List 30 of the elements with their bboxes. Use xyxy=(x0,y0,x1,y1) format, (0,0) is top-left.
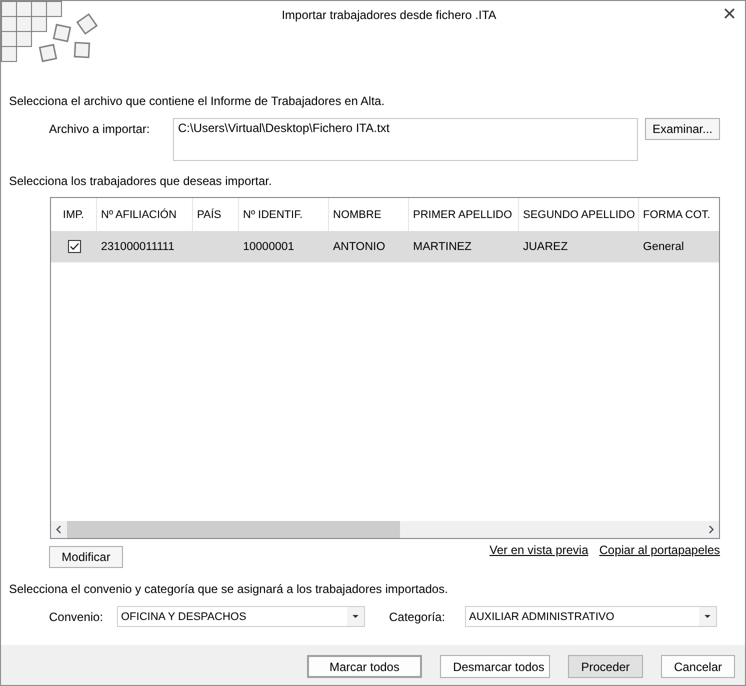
instruction-text: Selecciona el archivo que contiene el Informe de Trabajadores en Alta. xyxy=(9,94,385,108)
dialog-button[interactable]: Marcar todos xyxy=(306,655,422,678)
text-link[interactable]: Copiar al portapapeles xyxy=(599,543,720,557)
table-cell: 231000011111 xyxy=(101,240,174,252)
file-path-field[interactable]: C:\Users\Virtual\Desktop\Fichero ITA.txt xyxy=(173,118,638,161)
field-label: Archivo a importar: xyxy=(49,121,151,136)
table-cell: General xyxy=(643,240,684,252)
dialog-button[interactable]: Cancelar xyxy=(660,655,735,678)
close-icon[interactable] xyxy=(724,8,735,19)
instruction-text: Selecciona los trabajadores que deseas importar. xyxy=(9,174,272,188)
horizontal-scrollbar[interactable] xyxy=(51,521,719,538)
window-title: Importar trabajadores desde fichero .ITA xyxy=(280,7,496,23)
table-cell: ANTONIO xyxy=(333,240,386,252)
table-cell: 10000001 xyxy=(243,240,294,252)
column-header[interactable]: FORMA COT. xyxy=(639,198,719,231)
instruction-text: Selecciona el convenio y categoría que se asignará a los trabajadores importados. xyxy=(9,582,448,596)
dialog-button[interactable]: Proceder xyxy=(568,655,643,678)
field-label: Convenio: xyxy=(49,610,104,624)
table-row[interactable]: 231000011111 10000001 ANTONIO MARTINEZ JUAREZ General xyxy=(51,231,719,263)
scrollbar-thumb[interactable] xyxy=(67,521,400,538)
browse-button[interactable]: Examinar... xyxy=(645,118,720,140)
field-label: Categoría: xyxy=(389,610,446,624)
table-cell: MARTINEZ xyxy=(413,240,472,252)
text-link[interactable]: Ver en vista previa xyxy=(490,543,588,557)
table-cell: JUAREZ xyxy=(523,240,568,252)
dropdown-field[interactable]: AUXILIAR ADMINISTRATIVO xyxy=(465,606,717,627)
dialog-button[interactable]: Desmarcar todos xyxy=(440,655,550,678)
checkbox[interactable] xyxy=(68,240,80,253)
dropdown-field[interactable]: OFICINA Y DESPACHOS xyxy=(117,606,365,627)
modify-button[interactable]: Modificar xyxy=(49,546,123,568)
